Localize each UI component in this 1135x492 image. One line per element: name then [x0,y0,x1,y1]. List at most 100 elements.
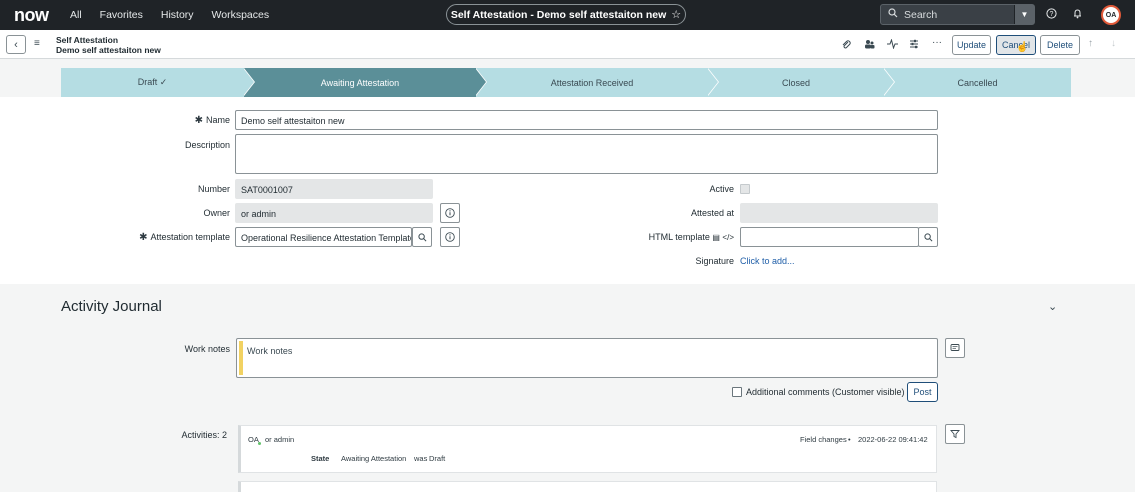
help-icon[interactable]: ? [1046,8,1057,22]
owner-field: or admin [235,203,433,223]
stage-cancelled[interactable]: Cancelled [884,68,1071,97]
bell-icon[interactable] [1072,8,1083,22]
nav-workspaces[interactable]: Workspaces [212,9,270,21]
nav-all[interactable]: All [70,9,82,21]
new-value: Awaiting Attestation [341,454,407,463]
arrow-down-icon[interactable]: ↓ [1111,38,1116,49]
activity-bullet: • [848,435,851,444]
stage-separator [243,68,254,96]
record-title: Self Attestation Demo self attestaiton n… [56,35,161,55]
attested-at-field [740,203,938,223]
settings-sliders-icon[interactable] [909,39,919,52]
required-marker: ✱ [139,232,148,243]
paperclip-icon[interactable] [841,39,851,52]
attestation-template-field[interactable]: Operational Resilience Attestation Templ… [235,227,412,247]
search-icon [923,232,932,241]
compose-toggle-button[interactable] [945,338,965,358]
attested-at-label: Attested at [690,208,734,218]
stage-label: Draft ✓ [137,77,168,87]
activity-journal-title: Activity Journal [61,298,162,315]
work-notes-placeholder: Work notes [247,346,293,356]
arrow-up-icon[interactable]: ↑ [1088,38,1093,49]
code-icon[interactable]: </> [722,233,734,242]
activity-entry [238,481,937,492]
delete-button[interactable]: Delete [1040,35,1080,55]
signature-add-link[interactable]: Click to add... [740,256,795,266]
activity-entry: OA or admin Field changes • 2022-06-22 0… [238,425,937,473]
svg-text:?: ? [1050,11,1054,18]
people-icon[interactable] [864,39,875,52]
star-icon[interactable]: ☆ [671,8,681,21]
work-notes-indicator [239,341,243,375]
comment-icon [950,344,960,351]
additional-comments-label: Additional comments (Customer visible) [746,387,905,397]
activity-timestamp: 2022-06-22 09:41:42 [858,435,928,444]
description-field[interactable] [235,134,938,174]
search-scope-dropdown[interactable]: ▼ [1014,5,1034,24]
required-marker: ✱ [194,115,203,126]
html-template-field[interactable] [740,227,919,247]
activity-icon[interactable] [887,38,898,52]
menu-icon[interactable]: ≡ [34,38,40,49]
chevron-left-icon: ‹ [14,38,18,51]
old-value: Draft [429,454,446,463]
state-progress-bar: Draft ✓ Awaiting Attestation Attestation… [61,68,1071,97]
attestation-template-lookup-button[interactable] [412,227,432,247]
number-field: SAT0001007 [235,179,433,199]
update-button[interactable]: Update [952,35,991,55]
back-button[interactable]: ‹ [6,35,26,54]
stage-draft[interactable]: Draft ✓ [61,68,244,97]
stage-awaiting-attestation[interactable]: Awaiting Attestation [244,68,476,97]
name-label: ✱ Name [194,115,230,126]
chevron-down-icon[interactable]: ⌄ [1048,300,1057,313]
activity-type: Field changes [800,435,847,444]
post-button[interactable]: Post [907,382,938,402]
work-notes-label: Work notes [184,344,230,354]
nav-favorites[interactable]: Favorites [100,9,143,21]
number-label: Number [197,184,230,194]
activity-user: or admin [265,435,295,444]
nav-history[interactable]: History [161,9,194,21]
html-template-label: HTML template ▤ </> [648,232,734,242]
more-options-icon[interactable]: ··· [932,37,942,48]
active-label: Active [709,184,734,194]
changed-field: State [311,454,330,463]
user-avatar[interactable]: OA [1101,5,1121,25]
owner-info-button[interactable] [440,203,460,223]
attestation-template-info-button[interactable] [440,227,460,247]
servicenow-logo[interactable]: now [14,5,54,26]
top-navigation: now All Favorites History Workspaces Sel… [0,0,1135,30]
stage-label: Attestation Received [550,77,634,88]
record-header: ‹ ≡ Self Attestation Demo self attestait… [0,30,1135,59]
was-label: was [414,454,428,463]
name-field[interactable]: Demo self attestaiton new [235,110,938,130]
stage-label: Cancelled [957,77,998,88]
mouse-cursor-icon: ☝ [1016,42,1029,53]
presence-dot [258,442,261,445]
additional-comments-checkbox[interactable] [732,387,742,397]
script-icon[interactable]: ▤ [712,233,720,242]
record-title-pill[interactable]: Self Attestation - Demo self attestaiton… [446,4,686,25]
description-label: Description [184,140,230,150]
filter-icon [950,430,960,439]
info-icon [445,232,455,242]
work-notes-field[interactable]: Work notes [236,338,938,378]
active-checkbox[interactable] [740,184,750,194]
owner-label: Owner [203,208,230,218]
stage-separator [475,68,486,96]
search-icon [888,8,898,21]
search-icon [417,232,426,241]
stage-separator [707,68,718,96]
search-placeholder: Search [904,8,938,21]
html-template-lookup-button[interactable] [918,227,938,247]
record-title-text: Self Attestation - Demo self attestaiton… [450,8,667,21]
stage-closed[interactable]: Closed [708,68,884,97]
activity-filter-button[interactable] [945,424,965,444]
stage-attestation-received[interactable]: Attestation Received [476,68,708,97]
activities-count: Activities: 2 [181,430,227,440]
signature-label: Signature [695,256,734,266]
info-icon [445,208,455,218]
attestation-template-label: ✱ Attestation template [139,232,230,243]
stage-label: Awaiting Attestation [320,77,400,88]
global-search[interactable]: Search ▼ [880,4,1035,25]
